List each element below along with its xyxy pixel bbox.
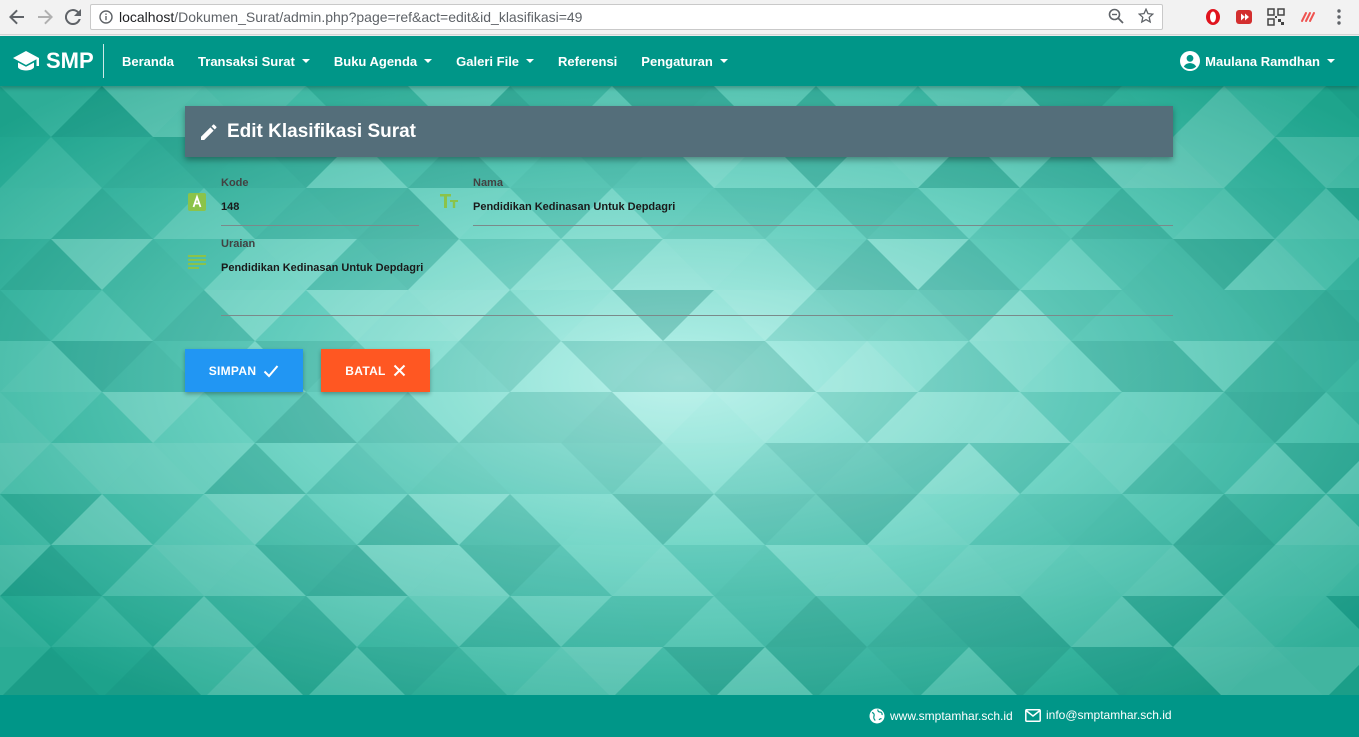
app-footer: www.smptamhar.sch.id info@smptamhar.sch.… <box>0 695 1359 737</box>
uraian-textarea[interactable]: Pendidikan Kedinasan Untuk Depdagri <box>221 262 1173 274</box>
subject-icon <box>188 254 206 275</box>
chevron-down-icon <box>301 59 310 63</box>
user-name: Maulana Ramdhan <box>1205 53 1320 69</box>
kode-input[interactable] <box>221 201 419 213</box>
uraian-field: Uraian Pendidikan Kedinasan Untuk Depdag… <box>221 238 1173 316</box>
globe-icon <box>869 708 885 724</box>
text-fields-icon <box>439 193 459 214</box>
brand-text: SMP <box>46 48 94 73</box>
zoom-icon[interactable] <box>1108 8 1124 24</box>
page-header: Edit Klasifikasi Surat <box>185 106 1173 157</box>
account-circle-icon <box>1180 51 1201 71</box>
back-icon[interactable] <box>6 6 28 28</box>
simpan-button[interactable]: SIMPAN <box>185 349 303 392</box>
info-icon[interactable] <box>99 10 113 24</box>
menu-item-pengaturan[interactable]: Pengaturan <box>629 54 740 69</box>
code-icon <box>187 192 207 217</box>
star-icon[interactable] <box>1138 8 1154 24</box>
batal-button[interactable]: BATAL <box>321 349 430 392</box>
url-text: localhost/Dokumen_Surat/admin.php?page=r… <box>119 9 583 25</box>
address-bar[interactable]: localhost/Dokumen_Surat/admin.php?page=r… <box>90 4 1163 30</box>
menu-dots-icon[interactable] <box>1329 7 1349 27</box>
extension-icon[interactable] <box>1298 7 1318 27</box>
reload-icon[interactable] <box>62 6 84 28</box>
nama-field: Nama <box>473 177 1173 226</box>
browser-toolbar: localhost/Dokumen_Surat/admin.php?page=r… <box>0 0 1359 35</box>
menu-item-galeri-file[interactable]: Galeri File <box>444 54 546 69</box>
qr-icon[interactable] <box>1266 7 1286 27</box>
kode-field: Kode <box>221 177 419 226</box>
nama-label: Nama <box>473 177 503 189</box>
forward-icon[interactable] <box>34 6 56 28</box>
page-title: Edit Klasifikasi Surat <box>227 120 417 142</box>
brand-divider <box>103 44 104 78</box>
nama-input[interactable] <box>473 201 1173 213</box>
chevron-down-icon <box>424 59 433 63</box>
website-link[interactable]: www.smptamhar.sch.id <box>869 708 1013 724</box>
chevron-down-icon <box>1327 59 1335 63</box>
main-menu: Beranda Transaksi Surat Buku Agenda Gale… <box>110 36 740 86</box>
menu-item-beranda[interactable]: Beranda <box>110 54 186 69</box>
app-navbar: SMP Beranda Transaksi Surat Buku Agenda … <box>0 36 1359 86</box>
menu-item-referensi[interactable]: Referensi <box>546 54 629 69</box>
kode-label: Kode <box>221 177 249 189</box>
email-link[interactable]: info@smptamhar.sch.id <box>1025 708 1172 722</box>
menu-item-transaksi-surat[interactable]: Transaksi Surat <box>186 54 322 69</box>
menu-item-buku-agenda[interactable]: Buku Agenda <box>322 54 444 69</box>
graduation-cap-icon <box>13 51 39 71</box>
uraian-label: Uraian <box>221 238 256 250</box>
check-icon <box>264 364 279 377</box>
brand[interactable]: SMP <box>12 48 94 74</box>
chevron-down-icon <box>719 59 728 63</box>
opera-icon[interactable] <box>1203 7 1223 27</box>
pencil-icon <box>201 123 217 140</box>
close-icon <box>393 364 405 377</box>
video-icon[interactable] <box>1234 7 1254 27</box>
user-menu[interactable]: Maulana Ramdhan <box>1179 50 1335 72</box>
chevron-down-icon <box>526 59 535 63</box>
mail-icon <box>1025 708 1041 722</box>
